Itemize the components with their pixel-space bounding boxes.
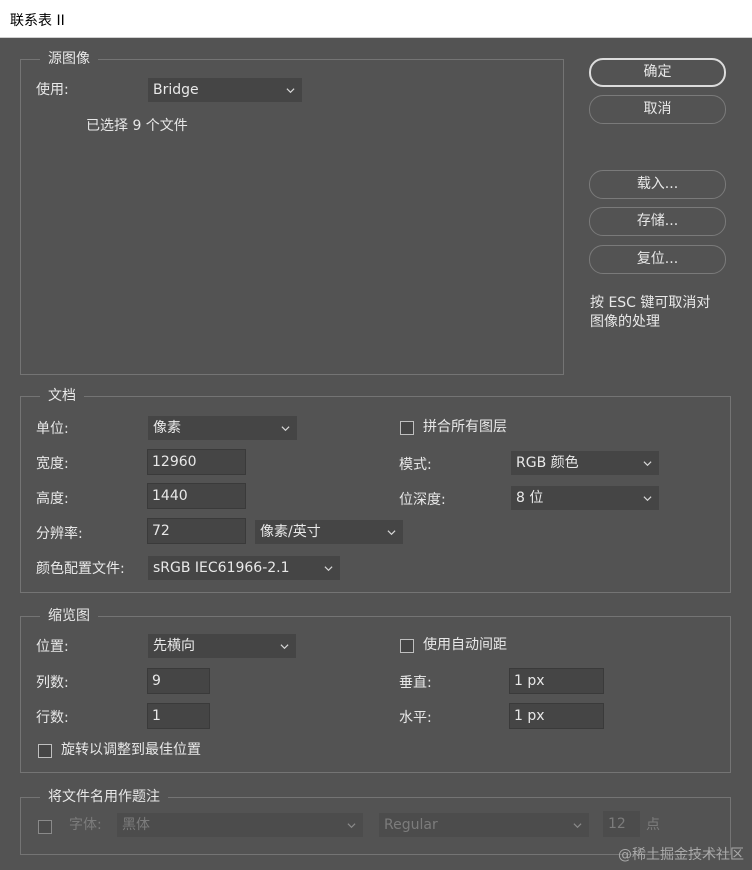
resolution-label: 分辨率: [36, 526, 83, 542]
esc-hint-line1: 按 ESC 键可取消对 [590, 295, 711, 311]
reset-button[interactable]: 复位... [589, 245, 726, 274]
thumbnails-legend: 缩览图 [40, 607, 98, 625]
rotate-label: 旋转以调整到最佳位置 [61, 742, 201, 758]
document-legend: 文档 [40, 387, 84, 405]
cancel-button[interactable]: 取消 [589, 95, 726, 124]
rows-label: 行数: [36, 710, 69, 726]
ok-button[interactable]: 确定 [589, 58, 726, 87]
rotate-checkbox[interactable] [38, 744, 52, 758]
height-field[interactable]: 1440 [147, 483, 246, 509]
profile-select[interactable]: sRGB IEC61966-2.1 [148, 556, 340, 580]
rows-field[interactable]: 1 [147, 703, 210, 729]
source-image-group [20, 59, 564, 375]
resolution-unit-value: 像素/英寸 [260, 524, 321, 540]
position-select-value: 先横向 [153, 638, 195, 654]
bitdepth-select-value: 8 位 [516, 490, 544, 506]
title-bar: 联系表 II [0, 0, 752, 38]
mode-label: 模式: [399, 457, 432, 473]
unit-label: 单位: [36, 421, 69, 437]
chevron-down-icon [573, 823, 582, 829]
auto-spacing-label: 使用自动间距 [423, 637, 507, 653]
mode-select-value: RGB 颜色 [516, 455, 579, 471]
unit-select-value: 像素 [153, 420, 181, 436]
profile-select-value: sRGB IEC61966-2.1 [153, 560, 290, 576]
columns-field[interactable]: 9 [147, 668, 210, 694]
watermark: @稀土掘金技术社区 [618, 847, 744, 863]
selection-text: 已选择 9 个文件 [86, 118, 188, 134]
bitdepth-label: 位深度: [399, 492, 446, 508]
mode-select[interactable]: RGB 颜色 [511, 451, 659, 475]
font-select[interactable]: 黑体 [117, 813, 363, 837]
resolution-field[interactable]: 72 [147, 518, 246, 544]
auto-spacing-checkbox[interactable] [400, 639, 414, 653]
horizontal-label: 水平: [399, 710, 432, 726]
unit-select[interactable]: 像素 [148, 416, 297, 440]
horizontal-field[interactable]: 1 px [509, 703, 604, 729]
font-style-select[interactable]: Regular [379, 813, 589, 837]
font-label: 字体: [69, 817, 102, 833]
font-size-unit: 点 [646, 817, 660, 833]
chevron-down-icon [281, 426, 290, 432]
flatten-label: 拼合所有图层 [423, 419, 507, 435]
flatten-checkbox[interactable] [400, 421, 414, 435]
width-field[interactable]: 12960 [147, 449, 246, 475]
chevron-down-icon [643, 461, 652, 467]
position-select[interactable]: 先横向 [148, 634, 296, 658]
profile-label: 颜色配置文件: [36, 561, 125, 577]
position-label: 位置: [36, 639, 69, 655]
font-style-value: Regular [384, 817, 438, 833]
chevron-down-icon [280, 644, 289, 650]
height-label: 高度: [36, 491, 69, 507]
font-select-value: 黑体 [122, 817, 150, 833]
window-title: 联系表 II [10, 13, 65, 29]
use-label: 使用: [36, 82, 69, 98]
source-image-legend: 源图像 [40, 50, 98, 68]
use-select-value: Bridge [153, 82, 199, 98]
caption-legend: 将文件名用作题注 [40, 788, 168, 806]
width-label: 宽度: [36, 456, 69, 472]
chevron-down-icon [324, 566, 333, 572]
chevron-down-icon [286, 88, 295, 94]
esc-hint-line2: 图像的处理 [590, 314, 660, 330]
vertical-field[interactable]: 1 px [509, 668, 604, 694]
load-button[interactable]: 载入... [589, 170, 726, 199]
chevron-down-icon [347, 823, 356, 829]
caption-checkbox[interactable] [38, 820, 52, 834]
use-select[interactable]: Bridge [148, 78, 302, 102]
font-size-field[interactable]: 12 [603, 811, 640, 837]
resolution-unit-select[interactable]: 像素/英寸 [255, 520, 403, 544]
save-button[interactable]: 存储... [589, 207, 726, 236]
columns-label: 列数: [36, 675, 69, 691]
chevron-down-icon [643, 496, 652, 502]
bitdepth-select[interactable]: 8 位 [511, 486, 659, 510]
chevron-down-icon [387, 530, 396, 536]
vertical-label: 垂直: [399, 675, 432, 691]
